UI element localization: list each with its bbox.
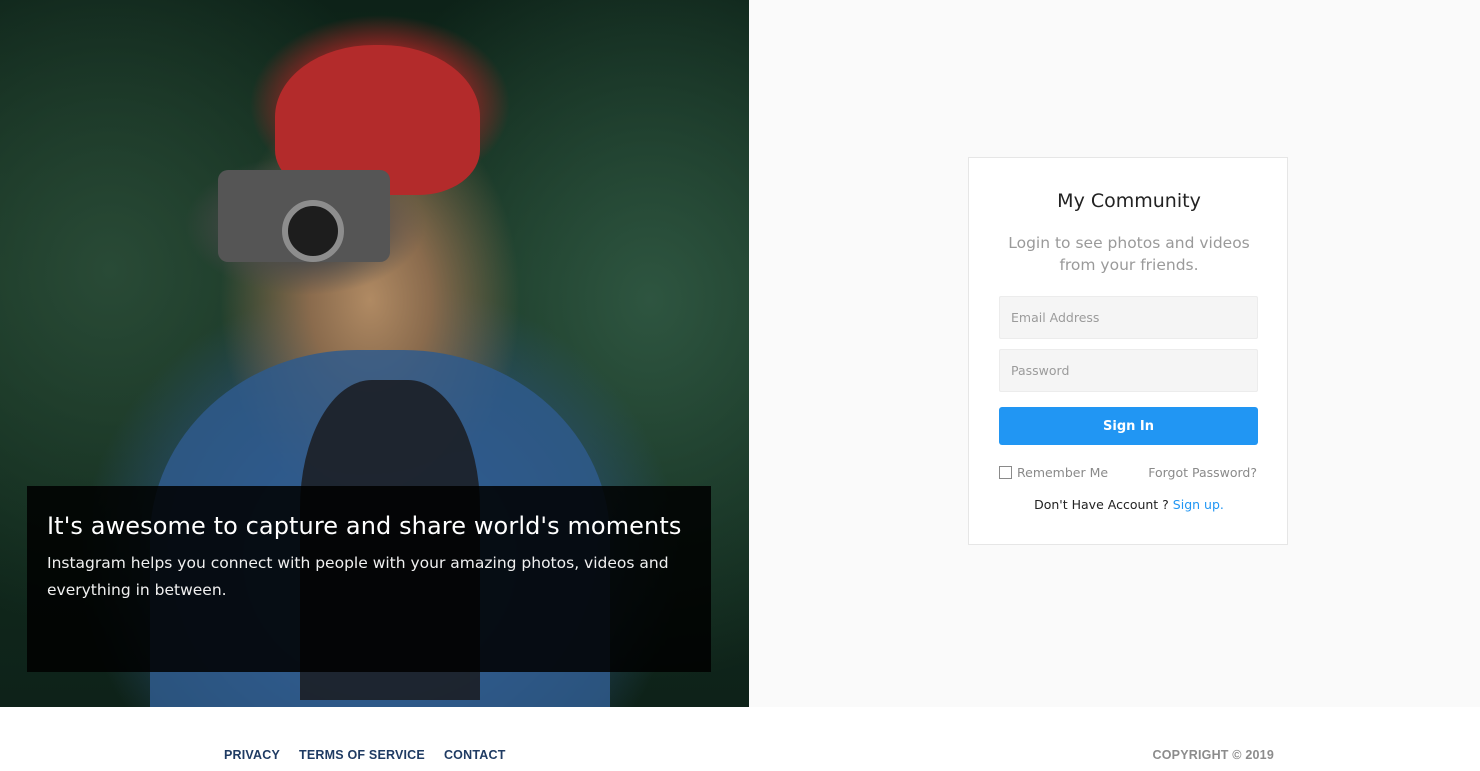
hero-text: Instagram helps you connect with people … bbox=[47, 554, 669, 599]
signup-link[interactable]: Sign up. bbox=[1173, 497, 1224, 512]
remember-me-label: Remember Me bbox=[1017, 465, 1109, 480]
hero-title: It's awesome to capture and share world'… bbox=[47, 512, 682, 540]
footer: PRIVACY TERMS OF SERVICE CONTACT COPYRIG… bbox=[0, 707, 1480, 771]
sign-in-button[interactable]: Sign In bbox=[999, 407, 1258, 445]
login-title: My Community bbox=[1057, 190, 1201, 212]
camera-lens-shape bbox=[282, 200, 344, 262]
remember-me[interactable]: Remember Me bbox=[999, 465, 1108, 480]
login-card: My Community Login to see photos and vid… bbox=[968, 157, 1288, 545]
remember-me-checkbox[interactable] bbox=[999, 466, 1012, 479]
forgot-password-link[interactable]: Forgot Password? bbox=[1148, 465, 1257, 480]
footer-link-privacy[interactable]: PRIVACY bbox=[224, 748, 280, 762]
hero-caption: It's awesome to capture and share world'… bbox=[27, 486, 711, 672]
login-page: It's awesome to capture and share world'… bbox=[0, 0, 1480, 771]
hero-image: It's awesome to capture and share world'… bbox=[0, 0, 749, 707]
signup-prompt: Don't Have Account ? Sign up. bbox=[969, 497, 1289, 512]
password-field[interactable] bbox=[999, 349, 1258, 392]
footer-nav: PRIVACY TERMS OF SERVICE CONTACT bbox=[224, 748, 525, 762]
no-account-text: Don't Have Account ? bbox=[1034, 497, 1173, 512]
email-field[interactable] bbox=[999, 296, 1258, 339]
copyright: COPYRIGHT © 2019 bbox=[1152, 748, 1274, 762]
login-subtitle: Login to see photos and videos from your… bbox=[1008, 234, 1250, 274]
footer-link-terms[interactable]: TERMS OF SERVICE bbox=[299, 748, 425, 762]
footer-link-contact[interactable]: CONTACT bbox=[444, 748, 506, 762]
